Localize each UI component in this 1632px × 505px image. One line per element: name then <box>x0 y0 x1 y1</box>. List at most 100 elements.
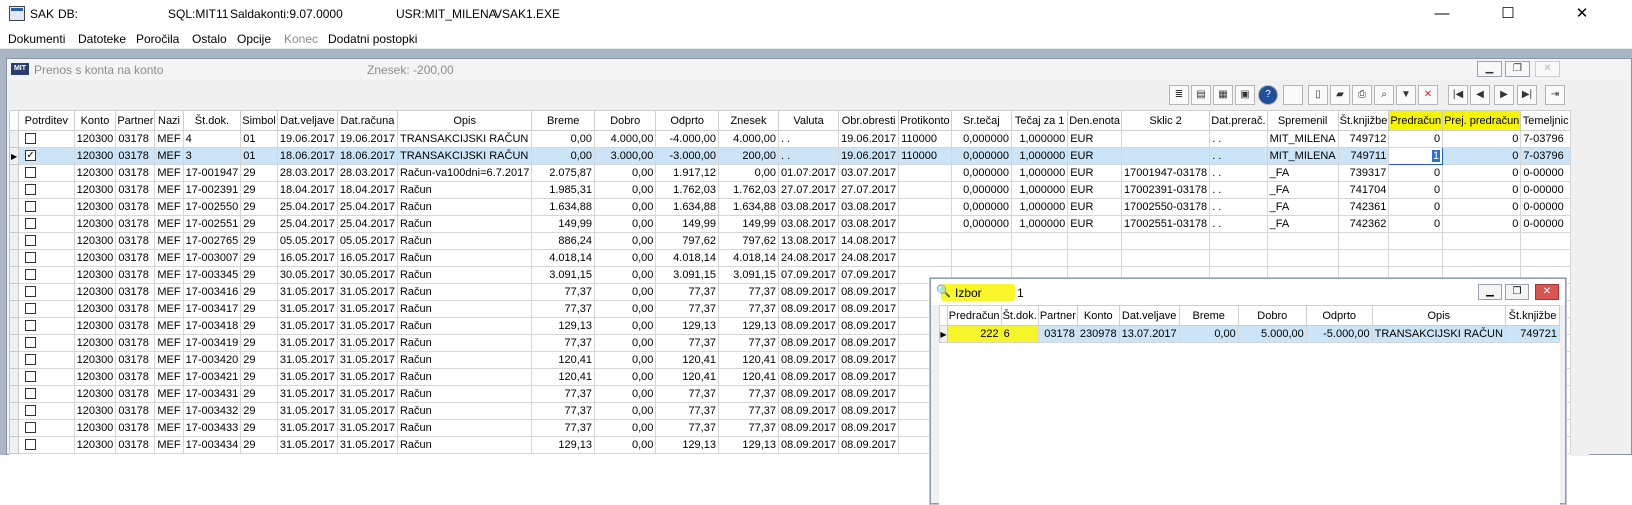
potrditev-cell[interactable] <box>18 300 75 318</box>
potrditev-cell[interactable]: ✓ <box>18 147 75 165</box>
potrditev-cell[interactable] <box>18 164 75 182</box>
last-icon[interactable]: ▶| <box>1517 85 1537 105</box>
table-row[interactable]: 120300 03178 MEF 4 01 19.06.2017 19.06.2017 TRA… <box>9 130 1571 148</box>
row-indicator[interactable] <box>9 402 20 420</box>
column-header[interactable]: Simbol <box>240 110 278 131</box>
column-header[interactable]: Partner <box>115 110 156 131</box>
potrditev-checkbox[interactable] <box>25 286 37 298</box>
column-header[interactable]: Potrditev <box>18 110 75 131</box>
potrditev-checkbox[interactable] <box>25 371 37 383</box>
menu-porocila[interactable]: Poročila <box>136 32 179 46</box>
column-header[interactable]: Obr.obresti <box>838 110 900 131</box>
table-row[interactable]: 120300 03178 MEF 17-002391 29 18.04.2017 18.04… <box>9 181 1571 199</box>
potrditev-checkbox[interactable] <box>25 235 37 247</box>
potrditev-cell[interactable] <box>18 232 75 250</box>
izbor-column-header[interactable]: Breme <box>1178 305 1239 326</box>
column-header[interactable]: Dat.prerač. <box>1209 110 1268 131</box>
main-vertical-scrollbar[interactable] <box>1571 110 1589 456</box>
potrditev-checkbox[interactable] <box>25 184 37 196</box>
izbor-column-header[interactable]: Odprto <box>1305 305 1373 326</box>
potrditev-cell[interactable] <box>18 402 75 420</box>
table-row[interactable]: 120300 03178 MEF 17-002551 29 25.04.2017 25.04… <box>9 215 1571 233</box>
row-indicator[interactable] <box>9 164 20 182</box>
table-row[interactable]: 120300 03178 MEF 17-002765 29 05.05.2017 05.05… <box>9 232 1571 250</box>
menu-datoteke[interactable]: Datoteke <box>78 32 126 46</box>
izbor-column-header[interactable]: Predračun <box>946 305 1002 326</box>
row-indicator[interactable] <box>9 198 20 216</box>
column-header[interactable]: Tečaj za 1 <box>1011 110 1069 131</box>
column-header[interactable]: Opis <box>396 110 533 131</box>
potrditev-checkbox[interactable] <box>25 337 37 349</box>
potrditev-checkbox[interactable] <box>25 405 37 417</box>
folder-icon[interactable]: ▤ <box>1191 85 1211 105</box>
new-icon[interactable]: ▯ <box>1308 85 1328 105</box>
column-header[interactable]: Temeljnic <box>1520 110 1571 131</box>
print-icon[interactable]: ⎙ <box>1352 85 1372 105</box>
row-indicator[interactable]: ▶ <box>939 325 948 343</box>
column-header[interactable]: Breme <box>531 110 596 131</box>
row-indicator[interactable] <box>9 215 20 233</box>
table-row[interactable]: 120300 03178 MEF 17-003007 29 16.05.2017 16.05… <box>9 249 1571 267</box>
column-header[interactable]: Den.enota <box>1067 110 1122 131</box>
potrditev-checkbox[interactable] <box>25 133 37 145</box>
row-indicator[interactable] <box>9 266 20 284</box>
row-indicator[interactable] <box>9 419 20 437</box>
monitor-icon[interactable]: ▣ <box>1235 85 1255 105</box>
izbor-restore-button[interactable]: ❐ <box>1505 284 1529 300</box>
minimize-button[interactable]: — <box>1420 4 1464 24</box>
row-indicator[interactable] <box>9 232 20 250</box>
print-preview-icon[interactable]: ▦ <box>1213 85 1233 105</box>
child-minimize-button[interactable]: ▁ <box>1477 61 1502 77</box>
column-header[interactable]: Sklic 2 <box>1120 110 1211 131</box>
menu-konec[interactable]: Konec <box>284 32 318 46</box>
row-indicator[interactable] <box>9 249 20 267</box>
row-indicator[interactable] <box>9 368 20 386</box>
izbor-column-header[interactable]: Dobro <box>1237 305 1307 326</box>
izbor-column-header[interactable] <box>939 305 948 326</box>
blank-icon[interactable] <box>1283 85 1303 105</box>
filter-icon[interactable]: ▼ <box>1396 85 1416 105</box>
potrditev-checkbox[interactable] <box>25 167 37 179</box>
first-icon[interactable]: |◀ <box>1448 85 1468 105</box>
potrditev-checkbox[interactable] <box>25 388 37 400</box>
potrditev-cell[interactable] <box>18 368 75 386</box>
child-restore-button[interactable]: ❐ <box>1505 61 1530 77</box>
potrditev-cell[interactable] <box>18 215 75 233</box>
column-header[interactable]: Dat.računa <box>336 110 398 131</box>
row-indicator[interactable] <box>9 317 20 335</box>
column-header[interactable]: Sr.tečaj <box>950 110 1013 131</box>
row-indicator[interactable] <box>9 300 20 318</box>
column-header[interactable]: Dobro <box>594 110 657 131</box>
column-header[interactable]: Odprto <box>655 110 719 131</box>
delete-icon[interactable]: ✕ <box>1418 85 1438 105</box>
column-header[interactable]: Valuta <box>777 110 840 131</box>
potrditev-checkbox[interactable]: ✓ <box>25 150 37 162</box>
potrditev-checkbox[interactable] <box>25 422 37 434</box>
table-cell[interactable]: 1 <box>1388 147 1444 165</box>
search-icon[interactable]: ⌕ <box>1374 85 1394 105</box>
potrditev-cell[interactable] <box>18 181 75 199</box>
potrditev-cell[interactable] <box>18 198 75 216</box>
column-header[interactable]: Nazi <box>154 110 184 131</box>
potrditev-checkbox[interactable] <box>25 201 37 213</box>
potrditev-cell[interactable] <box>18 351 75 369</box>
potrditev-cell[interactable] <box>18 130 75 148</box>
potrditev-checkbox[interactable] <box>25 439 37 451</box>
row-indicator[interactable]: ▶ <box>9 147 20 165</box>
potrditev-cell[interactable] <box>18 419 75 437</box>
column-header[interactable]: Prej. predračun <box>1442 110 1522 131</box>
child-close-button[interactable]: ✕ <box>1535 61 1560 77</box>
row-indicator[interactable] <box>9 436 20 454</box>
column-header[interactable]: Znesek <box>717 110 780 131</box>
potrditev-cell[interactable] <box>18 266 75 284</box>
row-indicator[interactable] <box>9 130 20 148</box>
row-indicator[interactable] <box>9 181 20 199</box>
izbor-column-header[interactable]: Konto <box>1076 305 1120 326</box>
column-header[interactable]: Predračun <box>1388 110 1444 131</box>
izbor-minimize-button[interactable]: ▁ <box>1478 284 1502 300</box>
menu-dokumenti[interactable]: Dokumenti <box>8 32 65 46</box>
menu-ostalo[interactable]: Ostalo <box>192 32 227 46</box>
table-row[interactable]: ▶ ✓ 120300 03178 MEF 3 01 18.06.2017 18.06.2017 T… <box>9 147 1571 165</box>
potrditev-checkbox[interactable] <box>25 303 37 315</box>
table-row[interactable]: 120300 03178 MEF 17-002550 29 25.04.2017 25.04… <box>9 198 1571 216</box>
